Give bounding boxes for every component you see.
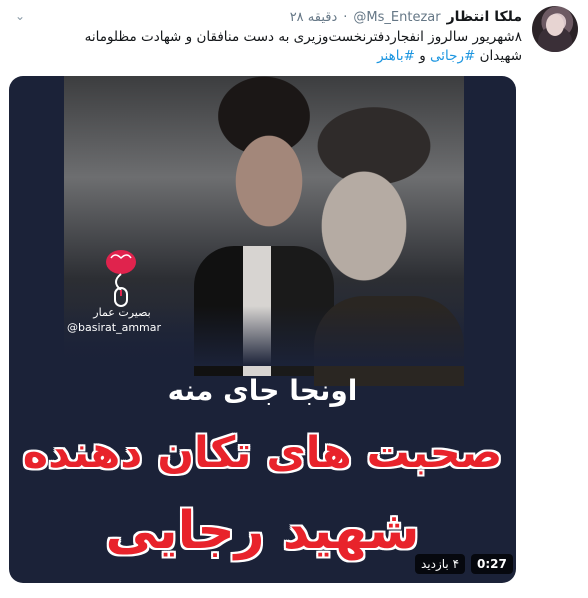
tweet-text-line-2: شهیدان #رجائی و #باهنر	[22, 47, 522, 66]
chevron-down-icon[interactable]: ⌄	[12, 8, 28, 24]
view-count-badge: ۴ بازدید	[415, 554, 466, 574]
logo-name: بصیرت عمار	[93, 306, 151, 319]
avatar-face	[546, 14, 564, 36]
hashtag-bahonar[interactable]: #باهنر	[377, 48, 415, 64]
tweet-text-line-1: ۸شهریور سالروز انفجاردفترنخست‌وزیری به د…	[84, 29, 522, 45]
hashtag-rajaei[interactable]: #رجائی	[430, 48, 475, 64]
tweet-text-conjunction: و	[419, 48, 426, 64]
video-subtitle: اونجا جای منه	[167, 374, 358, 407]
tweet-header: ملکا انتظار @Ms_Entezar · ۲۸ دقیقه	[290, 7, 522, 27]
channel-logo: بصیرت عمار @basirat_ammar	[67, 248, 177, 348]
tweet-time[interactable]: ۲۸ دقیقه	[290, 10, 338, 25]
tweet[interactable]: ⌄ ملکا انتظار @Ms_Entezar · ۲۸ دقیقه ۸شه…	[0, 0, 588, 598]
brain-mouse-icon	[106, 250, 136, 307]
separator-dot: ·	[343, 9, 348, 25]
video-title-line-1: صحبت های تکان دهنده	[22, 428, 503, 478]
avatar[interactable]	[532, 6, 578, 52]
duration-badge: 0:27	[471, 554, 513, 574]
video-player[interactable]: بصیرت عمار @basirat_ammar اونجا جای منه …	[9, 76, 516, 583]
user-handle[interactable]: @Ms_Entezar	[353, 10, 440, 25]
tweet-text-prefix: شهیدان	[479, 48, 522, 64]
tweet-text: ۸شهریور سالروز انفجاردفترنخست‌وزیری به د…	[22, 28, 522, 66]
logo-handle: @basirat_ammar	[67, 321, 162, 334]
video-title-line-2: شهید رجایی	[105, 501, 420, 561]
display-name[interactable]: ملکا انتظار	[447, 9, 522, 25]
